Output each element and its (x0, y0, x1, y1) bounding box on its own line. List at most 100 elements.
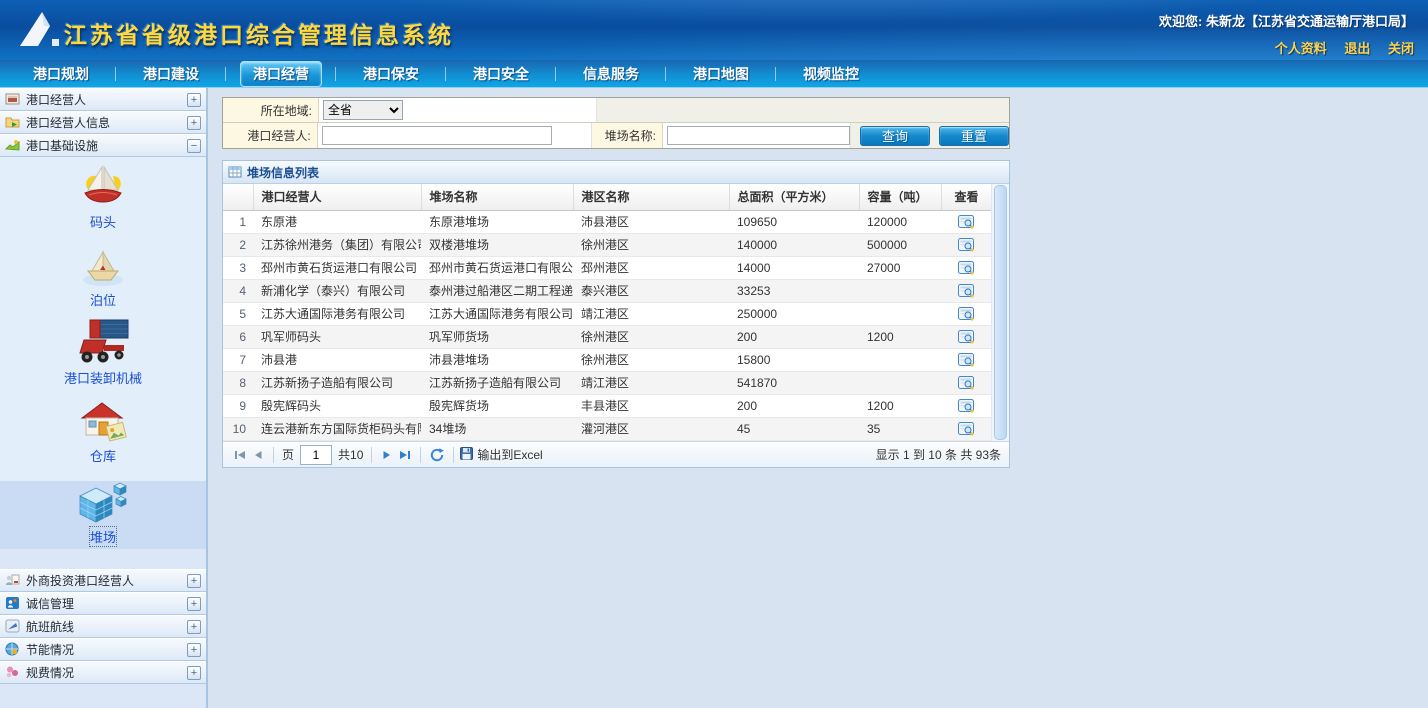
export-label: 输出到Excel (477, 446, 542, 463)
cell-view (941, 348, 992, 371)
logout-link[interactable]: 退出 (1344, 41, 1370, 56)
refresh-button[interactable] (430, 448, 444, 462)
column-header[interactable]: 港口经营人 (253, 184, 421, 210)
view-icon[interactable] (958, 306, 975, 322)
total-pages-label: 共10 (338, 446, 363, 463)
cell-operator: 东原港 (253, 210, 421, 233)
profile-link[interactable]: 个人资料 (1275, 41, 1327, 56)
facility-item-1[interactable]: 泊位 (0, 235, 206, 313)
table-row[interactable]: 10连云港新东方国际货柜码头有限...34堆场灌河港区4535 (223, 417, 992, 440)
cell-yard: 巩军师货场 (421, 325, 573, 348)
nav-tab-2[interactable]: 港口经营 (226, 60, 336, 87)
view-icon[interactable] (958, 329, 975, 345)
cell-capacity: 500000 (859, 233, 941, 256)
facility-item-0[interactable]: 码头 (0, 157, 206, 235)
nav-tab-5[interactable]: 信息服务 (556, 60, 666, 87)
view-icon[interactable] (958, 283, 975, 299)
next-page-button[interactable] (381, 449, 393, 461)
last-page-button[interactable] (399, 449, 411, 461)
table-row[interactable]: 4新浦化学（泰兴）有限公司泰州港过船港区二期工程递...泰兴港区33253 (223, 279, 992, 302)
welcome-text: 欢迎您: 朱新龙【江苏省交通运输厅港口局】 (1159, 11, 1414, 30)
table-row[interactable]: 6巩军师码头巩军师货场徐州港区2001200 (223, 325, 992, 348)
search-button[interactable]: 查询 (860, 126, 930, 146)
column-header[interactable]: 总面积（平方米） (729, 184, 859, 210)
main-nav: 港口规划 港口建设 港口经营港口保安港口安全信息服务港口地图视频监控 (0, 60, 1428, 88)
table-row[interactable]: 3邳州市黄石货运港口有限公司邳州市黄石货运港口有限公...邳州港区1400027… (223, 256, 992, 279)
table-row[interactable]: 9殷宪辉码头殷宪辉货场丰县港区2001200 (223, 394, 992, 417)
expand-icon[interactable]: + (187, 116, 201, 130)
cell-num: 2 (223, 233, 253, 256)
expand-icon[interactable]: + (187, 574, 201, 588)
cell-operator: 殷宪辉码头 (253, 394, 421, 417)
nav-tab-7[interactable]: 视频监控 (776, 60, 886, 87)
sidebar-item[interactable]: 诚信管理+ (0, 592, 206, 615)
cell-operator: 江苏徐州港务（集团）有限公司 (253, 233, 421, 256)
cell-area: 45 (729, 417, 859, 440)
sailboat-icon (79, 164, 127, 210)
sidebar-item[interactable]: 外商投资港口经营人+ (0, 569, 206, 592)
view-icon[interactable] (958, 214, 975, 230)
column-header[interactable]: 查看 (941, 184, 992, 210)
scrollbar-thumb[interactable] (994, 185, 1007, 440)
cell-num: 10 (223, 417, 253, 440)
expand-icon[interactable]: + (187, 93, 201, 107)
collapse-icon[interactable]: − (187, 139, 201, 153)
view-icon[interactable] (958, 375, 975, 391)
reach-stacker-icon (74, 316, 132, 366)
yard-name-input[interactable] (667, 126, 850, 145)
row-number-header (223, 184, 253, 210)
expand-icon[interactable]: + (187, 643, 201, 657)
region-select[interactable]: 全省 (323, 100, 403, 120)
cell-area: 140000 (729, 233, 859, 256)
sidebar-item[interactable]: 港口基础设施− (0, 134, 206, 157)
cell-area: 541870 (729, 371, 859, 394)
nav-tab-label: 港口建设 (131, 62, 211, 86)
expand-icon[interactable]: + (187, 597, 201, 611)
grid-icon (228, 165, 242, 179)
sidebar-item[interactable]: 港口经营人+ (0, 88, 206, 111)
view-icon[interactable] (958, 352, 975, 368)
column-header[interactable]: 堆场名称 (421, 184, 573, 210)
vertical-scrollbar[interactable] (991, 184, 1009, 441)
sidebar-item[interactable]: 节能情况+ (0, 638, 206, 661)
table-row[interactable]: 5江苏大通国际港务有限公司江苏大通国际港务有限公司靖江港区250000 (223, 302, 992, 325)
facility-item-4[interactable]: 堆场 (0, 481, 206, 549)
sidebar-item[interactable]: 航班航线+ (0, 615, 206, 638)
table-row[interactable]: 7沛县港沛县港堆场徐州港区15800 (223, 348, 992, 371)
facility-item-label: 港口装卸机械 (64, 368, 142, 387)
table-row[interactable]: 1东原港东原港堆场沛县港区109650120000 (223, 210, 992, 233)
view-icon[interactable] (958, 260, 975, 276)
nav-tab-label: 港口规划 (21, 62, 101, 86)
nav-tab-1[interactable]: 港口建设 (116, 60, 226, 87)
first-page-button[interactable] (234, 449, 246, 461)
operator-input[interactable] (322, 126, 552, 145)
facility-item-2[interactable]: 港口装卸机械 (0, 313, 206, 391)
yard-name-label: 堆场名称: (592, 123, 663, 148)
column-header[interactable]: 容量（吨） (859, 184, 941, 210)
column-header[interactable]: 港区名称 (573, 184, 729, 210)
cell-operator: 连云港新东方国际货柜码头有限... (253, 417, 421, 440)
view-icon[interactable] (958, 398, 975, 414)
nav-tab-6[interactable]: 港口地图 (666, 60, 776, 87)
facility-item-label: 堆场 (90, 527, 116, 546)
export-excel-button[interactable]: 输出到Excel (460, 446, 542, 463)
cell-area: 15800 (729, 348, 859, 371)
table-row[interactable]: 8江苏新扬子造船有限公司江苏新扬子造船有限公司靖江港区541870 (223, 371, 992, 394)
nav-tab-label: 港口经营 (240, 61, 322, 87)
nav-tab-3[interactable]: 港口保安 (336, 60, 446, 87)
sidebar-item[interactable]: 规费情况+ (0, 661, 206, 684)
expand-icon[interactable]: + (187, 620, 201, 634)
view-icon[interactable] (958, 421, 975, 437)
view-icon[interactable] (958, 237, 975, 253)
reset-button[interactable]: 重置 (939, 126, 1009, 146)
cell-view (941, 233, 992, 256)
page-input[interactable] (300, 445, 332, 465)
close-link[interactable]: 关闭 (1388, 41, 1414, 56)
sidebar-item[interactable]: 港口经营人信息+ (0, 111, 206, 134)
expand-icon[interactable]: + (187, 666, 201, 680)
nav-tab-4[interactable]: 港口安全 (446, 60, 556, 87)
prev-page-button[interactable] (252, 449, 264, 461)
facility-item-3[interactable]: 仓库 (0, 391, 206, 469)
table-row[interactable]: 2江苏徐州港务（集团）有限公司双楼港堆场徐州港区140000500000 (223, 233, 992, 256)
nav-tab-0[interactable]: 港口规划 (6, 60, 116, 87)
